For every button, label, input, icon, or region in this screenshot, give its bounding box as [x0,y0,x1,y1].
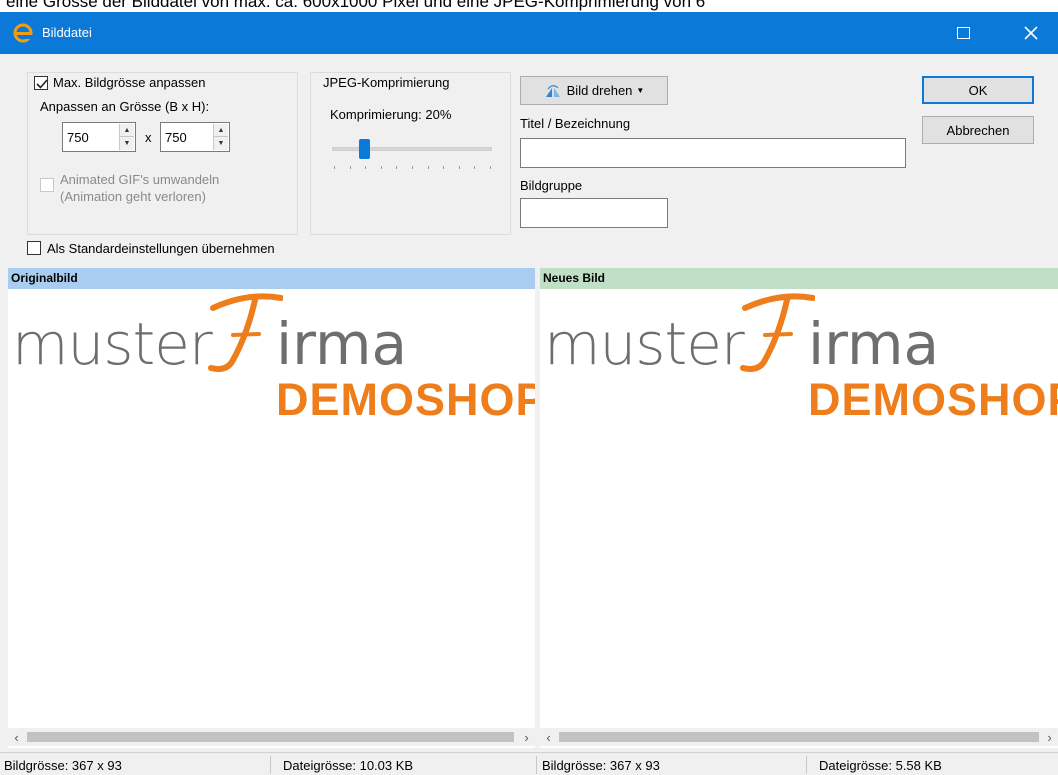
slider-tick [396,166,398,169]
group-input[interactable] [520,198,668,228]
title-bar[interactable]: Bilddatei [0,12,1058,54]
size-label: Anpassen an Grösse (B x H): [40,99,210,114]
ok-button-label: OK [968,82,988,98]
scroll-thumb[interactable] [559,732,1039,742]
app-logo-icon [13,23,34,43]
title-input[interactable] [520,138,906,168]
new-pane-header: Neues Bild [540,268,1058,289]
slider-tick [380,166,382,169]
new-file-size: Dateigrösse: 5.58 KB [819,758,942,773]
slider-tick [427,166,429,169]
original-image-area[interactable]: muster irma DEMOSHOP [8,290,535,729]
spin-up-icon[interactable]: ▲ [214,124,228,137]
resize-checkbox-label: Max. Bildgrösse anpassen [53,75,210,90]
new-image-pane: Neues Bild muster irma DEMOSHOP ‹ › [540,268,1058,748]
original-status-bar: Bildgrösse: 367 x 93 Dateigrösse: 10.03 … [0,752,536,775]
jpeg-group-title: JPEG-Komprimierung [320,75,453,90]
resize-group [27,72,298,235]
times-label: x [145,130,152,145]
slider-thumb[interactable] [359,139,370,159]
original-file-size: Dateigrösse: 10.03 KB [283,758,414,773]
status-separator [536,756,537,774]
new-status-bar: Bildgrösse: 367 x 93 Dateigrösse: 5.58 K… [536,752,1058,775]
gif-label-line1: Animated GIF's umwandeln [60,172,220,187]
scroll-right-icon[interactable]: › [1041,728,1058,746]
checkmark-icon [36,79,48,89]
rotate-icon [545,84,560,97]
width-spinner[interactable]: 750 ▲ ▼ [62,122,136,152]
original-pane-header: Originalbild [8,268,535,289]
spin-up-icon[interactable]: ▲ [120,124,134,137]
rotate-button[interactable]: Bild drehen ▼ [520,76,668,105]
scroll-left-icon[interactable]: ‹ [540,728,557,746]
dialog-window: Bilddatei Max. Bildgrösse anpassen Anpas… [0,12,1058,775]
slider-track [332,147,492,151]
group-field-label: Bildgruppe [520,178,583,193]
title-field-label: Titel / Bezeichnung [520,116,631,131]
caption-text: eine Grösse der Bilddatei von max. ca. 6… [6,0,706,11]
slider-tick [412,166,413,169]
logo-irma-text: irma [808,310,939,378]
spin-down-icon[interactable]: ▼ [214,137,228,150]
logo-muster-text: muster [544,310,745,378]
maximize-button[interactable] [940,12,986,54]
original-image-size: Bildgrösse: 367 x 93 [4,758,122,773]
logo-f-swash-icon [740,293,815,372]
logo-irma-text: irma [276,310,407,378]
status-separator [270,756,271,774]
slider-tick [349,166,351,169]
gif-label-line2: (Animation geht verloren) [60,189,206,204]
slider-tick [474,166,476,169]
scroll-right-icon[interactable]: › [518,728,535,746]
original-horizontal-scrollbar[interactable]: ‹ › [8,728,535,746]
rotate-button-label: Bild drehen [566,83,633,98]
close-button[interactable] [1008,12,1054,54]
scroll-left-icon[interactable]: ‹ [8,728,25,746]
slider-tick [334,166,335,169]
compression-label: Komprimierung: 20% [330,107,452,122]
slider-tick [490,166,491,169]
slider-tick [443,166,445,169]
logo-f-swash-icon [208,293,283,372]
pane-divider[interactable] [535,268,540,748]
maximize-icon [956,27,970,39]
scroll-thumb[interactable] [27,732,514,742]
new-image-area[interactable]: muster irma DEMOSHOP [540,290,1058,729]
new-horizontal-scrollbar[interactable]: ‹ › [540,728,1058,746]
height-spin-buttons[interactable]: ▲ ▼ [213,124,228,150]
cancel-button-label: Abbrechen [946,122,1010,138]
logo-demoshop-text: DEMOSHOP [276,374,535,425]
width-spin-buttons[interactable]: ▲ ▼ [119,124,134,150]
height-spinner[interactable]: 750 ▲ ▼ [160,122,230,152]
ok-button[interactable]: OK [922,76,1034,104]
slider-tick [365,166,367,169]
dropdown-arrow-icon: ▼ [636,86,645,95]
logo-demoshop-text: DEMOSHOP [808,374,1058,425]
defaults-checkbox[interactable] [27,241,41,255]
gif-checkbox[interactable] [40,178,54,192]
spin-down-icon[interactable]: ▼ [120,137,134,150]
compression-slider[interactable] [330,134,494,174]
cancel-button[interactable]: Abbrechen [922,116,1034,144]
original-image-pane: Originalbild muster irma DEMOSHOP ‹ › [8,268,535,748]
defaults-checkbox-label: Als Standardeinstellungen übernehmen [47,241,275,256]
width-value: 750 [67,130,89,145]
status-separator [806,756,807,774]
logo-muster-text: muster [12,310,213,378]
close-icon [1024,26,1038,40]
window-title: Bilddatei [42,25,92,40]
slider-tick [458,166,460,169]
resize-checkbox[interactable] [34,76,48,90]
height-value: 750 [165,130,187,145]
page-caption: eine Grösse der Bilddatei von max. ca. 6… [0,0,1058,12]
new-image-size: Bildgrösse: 367 x 93 [542,758,660,773]
